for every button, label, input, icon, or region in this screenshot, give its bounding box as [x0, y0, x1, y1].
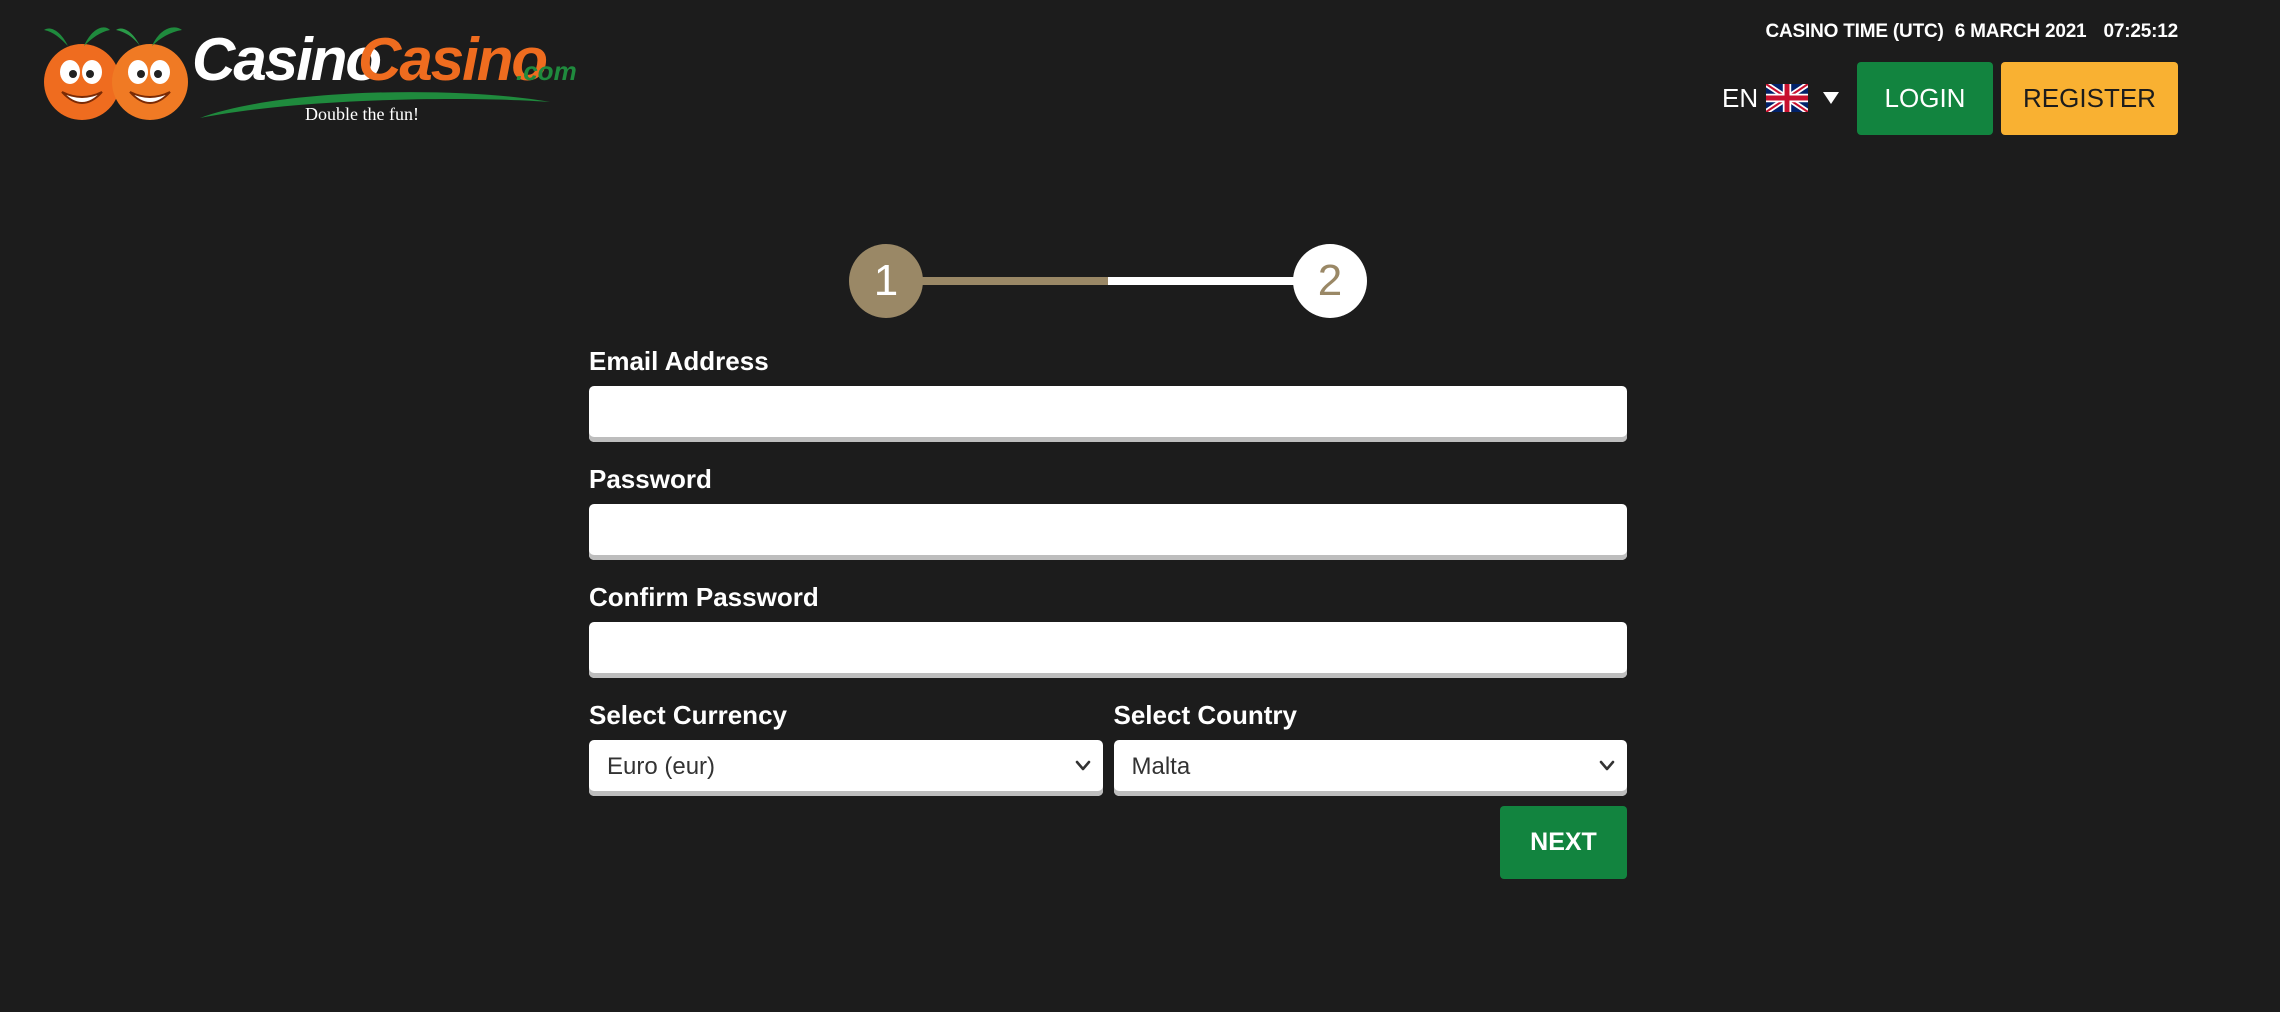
casinocasino-logo[interactable]: Casino Casino .com Double the fun!	[40, 16, 580, 134]
casino-time-label: CASINO TIME (UTC)	[1765, 21, 1944, 42]
registration-form: Email Address Password Confirm Password …	[589, 344, 1627, 879]
country-column: Select Country Malta	[1113, 698, 1627, 796]
svg-text:.com: .com	[516, 56, 577, 86]
currency-select-value: Euro (eur)	[607, 752, 716, 780]
next-button[interactable]: NEXT	[1500, 806, 1627, 879]
svg-text:Casino: Casino	[192, 26, 380, 93]
casino-time-date: 6 MARCH 2021	[1954, 21, 2087, 42]
register-button[interactable]: REGISTER	[2001, 62, 2178, 135]
uk-flag-icon	[1766, 84, 1809, 112]
currency-select[interactable]: Euro (eur)	[589, 740, 1103, 796]
country-label: Select Country	[1113, 700, 1298, 730]
currency-label: Select Currency	[589, 700, 787, 730]
chevron-down-icon	[1599, 760, 1615, 771]
step-2-indicator: 2	[1293, 244, 1367, 318]
step-1-indicator: 1	[849, 244, 923, 318]
registration-stepper: 1 2	[848, 244, 1368, 318]
casino-time-display: CASINO TIME (UTC) 6 MARCH 2021 07:25:12	[1765, 21, 2178, 43]
currency-country-row: Select Currency Euro (eur) Select Countr…	[589, 698, 1627, 796]
confirm-password-label: Confirm Password	[589, 582, 819, 612]
language-code: EN	[1722, 82, 1759, 113]
currency-column: Select Currency Euro (eur)	[589, 698, 1103, 796]
orange-mascot-right	[112, 44, 188, 120]
svg-text:Double the fun!: Double the fun!	[305, 104, 419, 124]
confirm-password-field[interactable]	[589, 622, 1627, 678]
email-field[interactable]	[589, 386, 1627, 442]
password-label: Password	[589, 464, 712, 494]
casino-time-clock: 07:25:12	[2103, 21, 2179, 42]
country-select[interactable]: Malta	[1113, 740, 1627, 796]
login-button[interactable]: LOGIN	[1857, 62, 1993, 135]
caret-down-icon	[1823, 92, 1840, 104]
orange-mascot-left	[44, 44, 120, 120]
chevron-down-icon	[1075, 760, 1090, 771]
email-label: Email Address	[589, 346, 769, 376]
language-selector[interactable]: EN	[1722, 80, 1840, 116]
password-field[interactable]	[589, 504, 1627, 560]
country-select-value: Malta	[1131, 752, 1191, 780]
